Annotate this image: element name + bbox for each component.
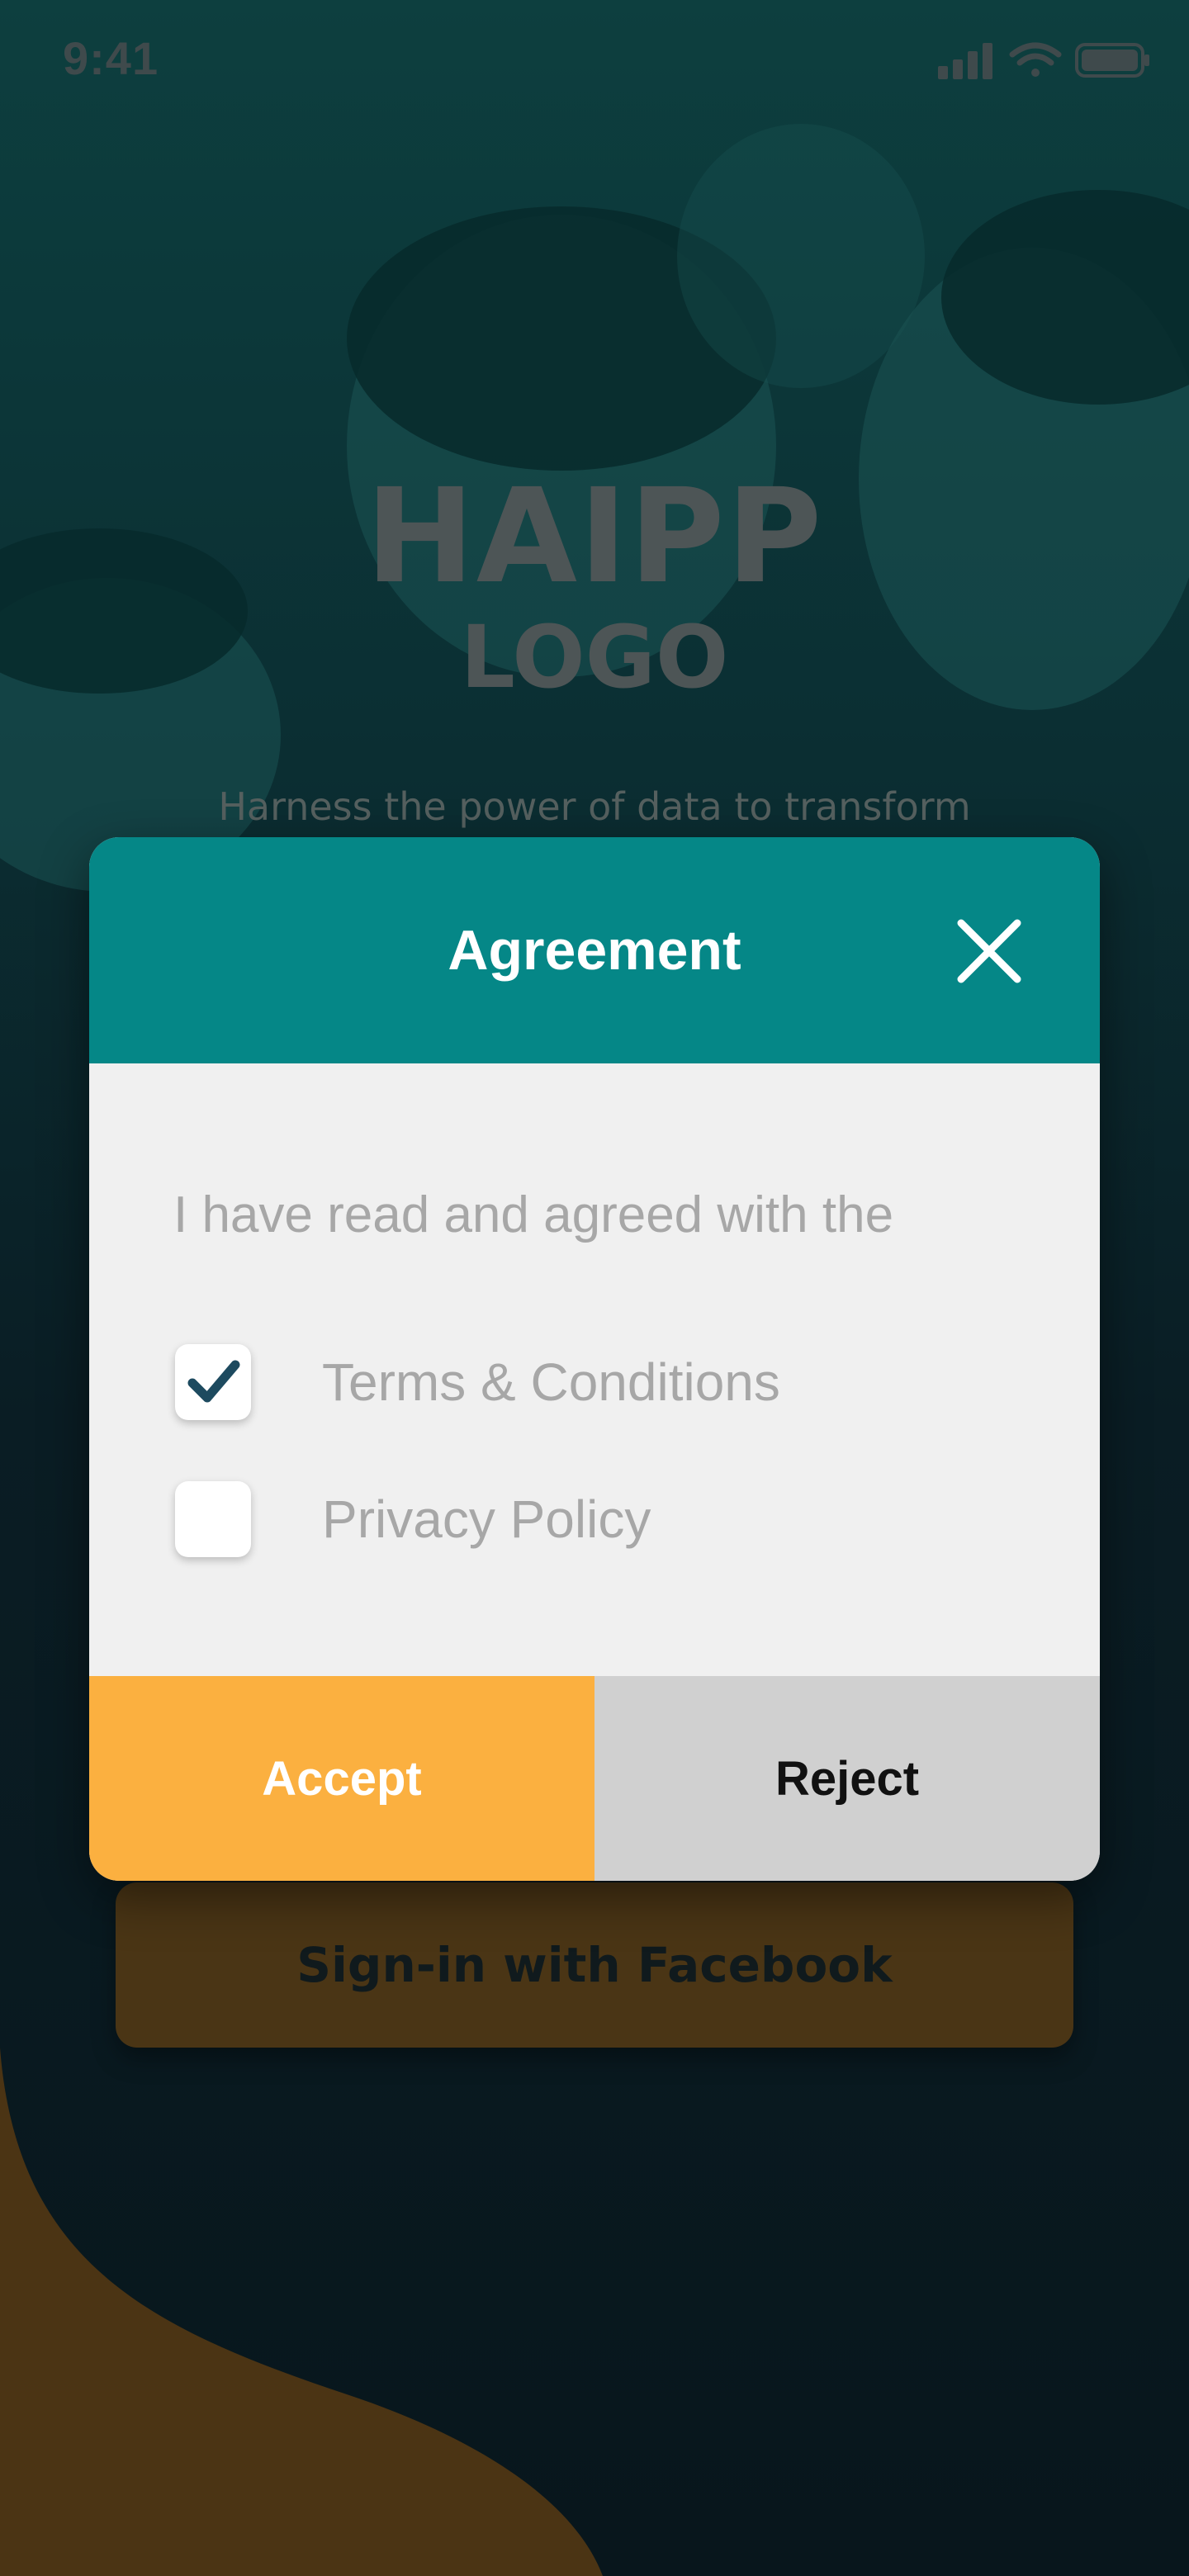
privacy-option[interactable]: Privacy Policy	[175, 1478, 651, 1560]
privacy-checkbox[interactable]	[175, 1481, 251, 1557]
close-button[interactable]	[950, 912, 1029, 991]
wifi-icon	[1009, 42, 1062, 77]
status-time: 9:41	[63, 32, 159, 84]
logo-sub-text: LOGO	[460, 607, 729, 708]
reject-button[interactable]: Reject	[594, 1676, 1100, 1881]
app-logo: HAIPP LOGO	[0, 462, 1189, 707]
battery-icon	[1075, 43, 1149, 78]
status-bar: 9:41	[0, 0, 1189, 124]
privacy-label: Privacy Policy	[322, 1489, 651, 1549]
dialog-body: I have read and agreed with the Terms & …	[89, 1063, 1100, 1676]
dialog-title: Agreement	[448, 919, 741, 982]
status-icons	[938, 42, 1149, 79]
agreement-dialog: Agreement I have read and agreed with th…	[89, 837, 1100, 1881]
terms-option[interactable]: Terms & Conditions	[175, 1341, 780, 1423]
logo-main-text: HAIPP	[365, 461, 824, 613]
dialog-footer: Accept Reject	[89, 1676, 1100, 1881]
terms-label: Terms & Conditions	[322, 1352, 780, 1412]
close-icon	[957, 919, 1021, 983]
screen: 9:41 HAIPP LOGO Harness the power of dat…	[0, 0, 1189, 2576]
background-wave	[0, 2048, 603, 2576]
agreement-intro: I have read and agreed with the	[173, 1186, 894, 1243]
accept-button[interactable]: Accept	[89, 1676, 594, 1881]
terms-checkbox[interactable]	[175, 1344, 251, 1420]
facebook-signin-button[interactable]: Sign-in with Facebook	[116, 1882, 1073, 2048]
signal-icon	[938, 43, 992, 79]
checkmark-icon	[187, 1360, 240, 1403]
tagline: Harness the power of data to transform	[218, 784, 971, 829]
